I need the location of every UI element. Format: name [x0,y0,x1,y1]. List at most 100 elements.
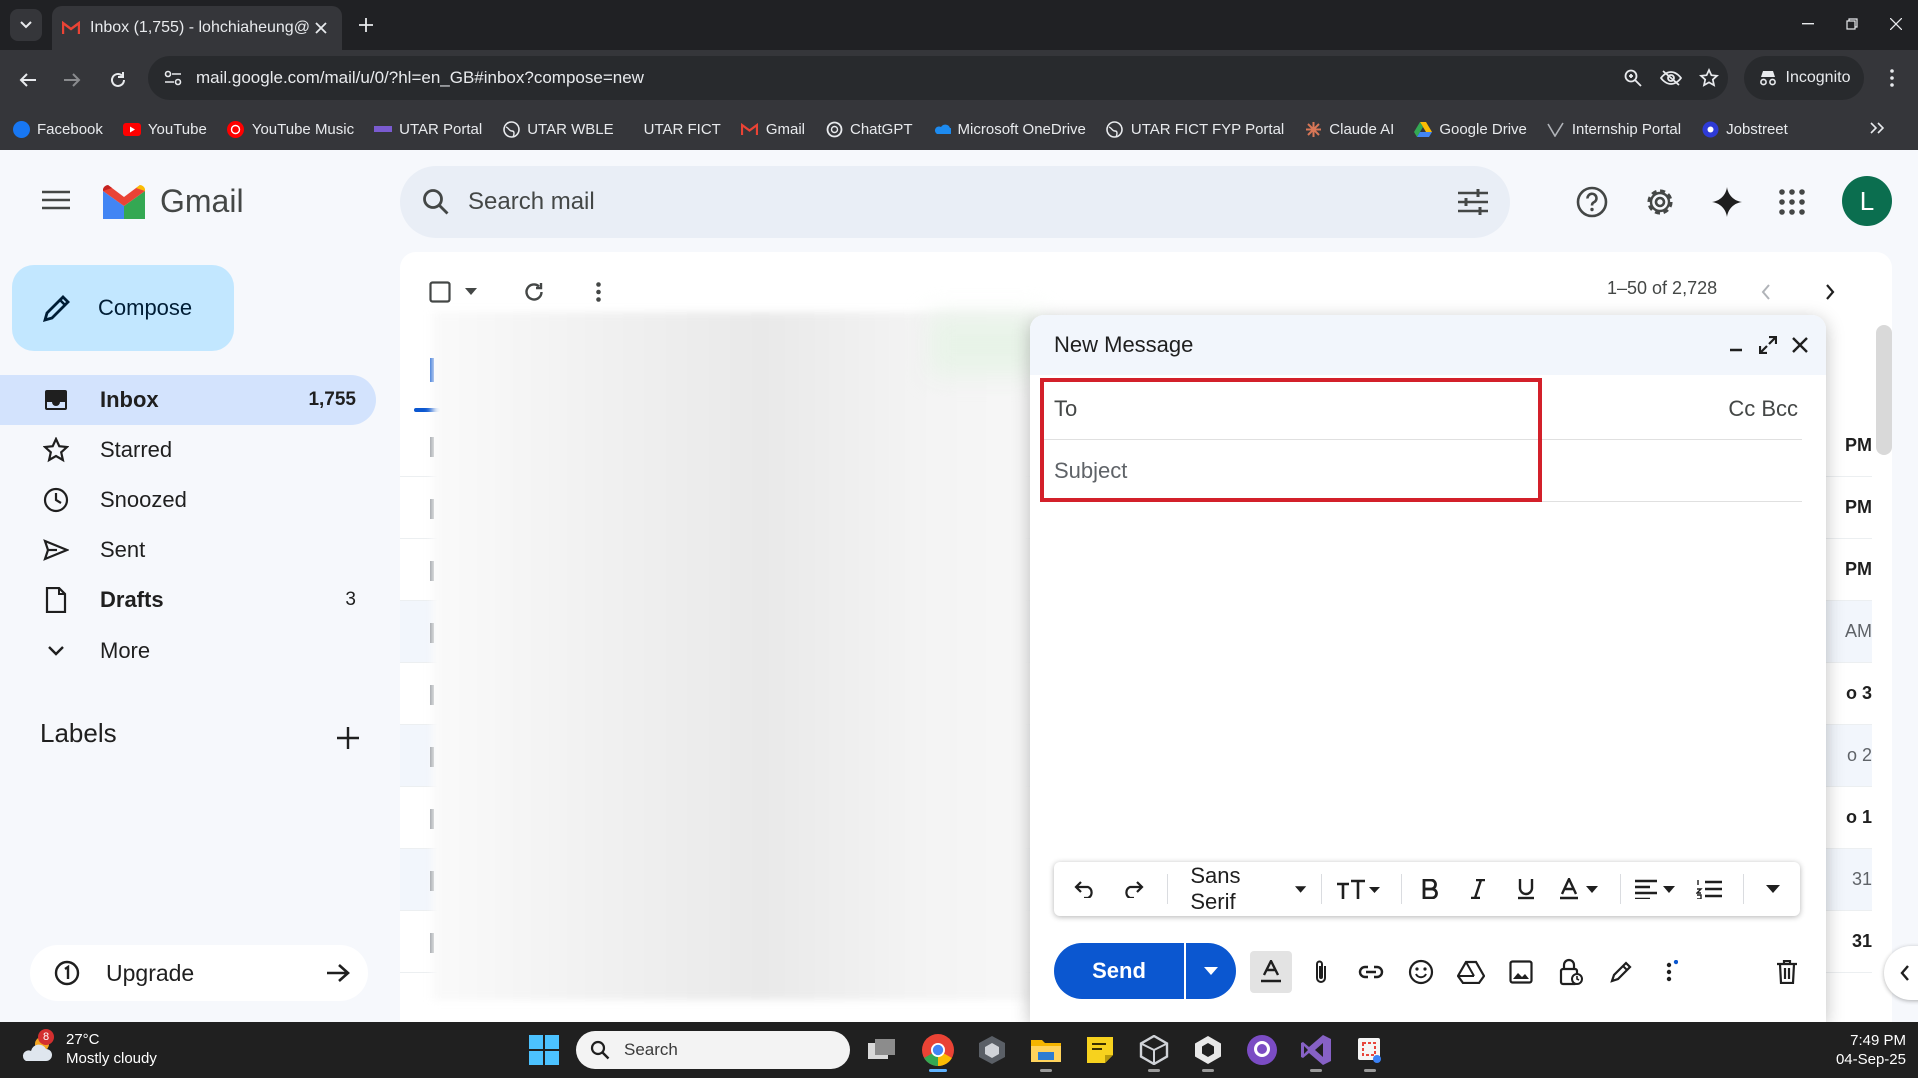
bold-icon[interactable] [1409,869,1451,909]
bookmarks-overflow-button[interactable] [1862,112,1892,144]
start-button[interactable] [528,1034,560,1066]
omnibox[interactable]: mail.google.com/mail/u/0/?hl=en_GB#inbox… [148,56,1728,100]
search-input[interactable]: Search mail [468,188,1458,216]
compose-button[interactable]: Compose [12,265,234,351]
tab-close-icon[interactable] [310,17,332,39]
bookmark-utar-portal[interactable]: UTAR Portal [374,120,482,138]
align-icon[interactable] [1629,869,1682,909]
reload-button[interactable] [100,62,136,98]
system-clock[interactable]: 7:49 PM 04-Sep-25 [1790,1031,1906,1069]
zoom-icon[interactable] [1614,59,1652,97]
bookmark-onedrive[interactable]: Microsoft OneDrive [933,120,1086,138]
restore-window-button[interactable] [1830,8,1874,40]
more-options-icon[interactable] [1650,951,1692,993]
bookmark-internship-portal[interactable]: Internship Portal [1547,120,1681,138]
minimize-window-button[interactable] [1786,8,1830,40]
taskbar-search[interactable]: Search [576,1031,850,1069]
more-formatting-icon[interactable] [1752,869,1794,909]
send-options-button[interactable] [1186,943,1236,999]
discard-draft-icon[interactable] [1766,951,1808,993]
tab-search-button[interactable] [10,9,42,41]
browser-menu-button[interactable] [1876,62,1908,94]
dev-tool-app-icon[interactable] [972,1030,1012,1070]
search-icon[interactable] [422,188,450,216]
sidebar-item-sent[interactable]: Sent [0,525,376,575]
new-tab-button[interactable] [352,11,380,39]
formatting-options-icon[interactable] [1250,951,1292,993]
tracking-protection-icon[interactable] [1652,59,1690,97]
gemini-button[interactable] [1705,180,1749,224]
bookmark-youtube-music[interactable]: YouTube Music [227,120,354,138]
search-mail-bar[interactable]: Search mail [400,166,1510,238]
redo-icon[interactable] [1112,869,1154,909]
bookmark-utar-fict[interactable]: UTAR FICT [644,121,721,138]
github-desktop-icon[interactable] [1242,1030,1282,1070]
more-actions-button[interactable] [578,272,618,312]
create-label-button[interactable] [328,718,368,758]
back-button[interactable] [10,62,46,98]
close-window-button[interactable] [1874,8,1918,40]
bookmark-facebook[interactable]: Facebook [12,120,103,138]
sidebar-item-starred[interactable]: Starred [0,425,376,475]
send-button[interactable]: Send [1054,943,1184,999]
unity-hub-icon[interactable] [1134,1030,1174,1072]
incognito-indicator[interactable]: Incognito [1744,56,1864,100]
main-menu-button[interactable] [36,180,76,220]
gmail-logo[interactable]: Gmail [100,180,244,222]
underline-icon[interactable] [1505,869,1547,909]
select-all-checkbox[interactable] [420,272,460,312]
bookmark-utar-wble[interactable]: UTAR WBLE [502,120,614,138]
file-explorer-icon[interactable] [1026,1030,1066,1072]
forward-button[interactable] [54,62,90,98]
weather-widget[interactable]: 8 27°C Mostly cloudy [20,1029,157,1068]
numbered-list-icon[interactable] [1688,869,1730,909]
select-options-dropdown[interactable] [458,272,484,312]
confidential-mode-icon[interactable] [1550,951,1592,993]
bookmark-google-drive[interactable]: Google Drive [1414,120,1527,138]
task-view-icon[interactable] [862,1030,902,1070]
sidebar-item-inbox[interactable]: Inbox 1,755 [0,375,376,425]
upgrade-button[interactable]: Upgrade [30,945,368,1001]
full-screen-icon[interactable] [1752,329,1784,361]
settings-button[interactable] [1638,180,1682,224]
url-text[interactable]: mail.google.com/mail/u/0/?hl=en_GB#inbox… [196,68,1614,88]
search-options-icon[interactable] [1458,189,1488,215]
visual-studio-icon[interactable] [1296,1030,1336,1072]
sticky-notes-icon[interactable] [1080,1030,1120,1070]
italic-icon[interactable] [1457,869,1499,909]
refresh-button[interactable] [514,272,554,312]
browser-tab-inbox[interactable]: Inbox (1,755) - lohchiaheung@ [52,6,342,50]
account-avatar[interactable]: L [1842,176,1892,226]
font-family-select[interactable]: Sans Serif [1176,863,1307,914]
list-scrollbar[interactable] [1876,325,1892,455]
sidebar-item-snoozed[interactable]: Snoozed [0,475,376,525]
bookmark-chatgpt[interactable]: ChatGPT [825,120,913,138]
site-settings-icon[interactable] [164,70,182,86]
older-page-button[interactable] [1810,272,1850,312]
unity-editor-icon[interactable] [1188,1030,1228,1072]
compose-header[interactable]: New Message [1030,315,1826,375]
text-color-icon[interactable] [1553,869,1606,909]
undo-icon[interactable] [1064,869,1106,909]
bookmark-star-icon[interactable] [1690,59,1728,97]
signature-pen-icon[interactable] [1600,951,1642,993]
bookmark-jobstreet[interactable]: Jobstreet [1701,120,1788,138]
support-button[interactable] [1570,180,1614,224]
bookmark-youtube[interactable]: YouTube [122,120,207,138]
bookmark-fyp-portal[interactable]: UTAR FICT FYP Portal [1106,120,1284,138]
snipping-tool-icon[interactable] [1350,1030,1390,1072]
attach-file-icon[interactable] [1300,951,1342,993]
google-apps-button[interactable] [1770,180,1814,224]
google-drive-icon[interactable] [1450,951,1492,993]
close-icon[interactable] [1784,329,1816,361]
minimize-icon[interactable] [1720,329,1752,361]
cc-bcc-link[interactable]: Cc Bcc [1728,396,1798,422]
font-size-icon[interactable] [1330,869,1387,909]
bookmark-gmail[interactable]: Gmail [741,120,805,138]
chrome-app-icon[interactable] [918,1030,958,1072]
bookmark-claude[interactable]: Claude AI [1304,120,1394,138]
insert-photo-icon[interactable] [1500,951,1542,993]
sidebar-item-drafts[interactable]: Drafts 3 [0,575,376,625]
sidebar-item-more[interactable]: More [0,626,376,676]
newer-page-button[interactable] [1746,272,1786,312]
